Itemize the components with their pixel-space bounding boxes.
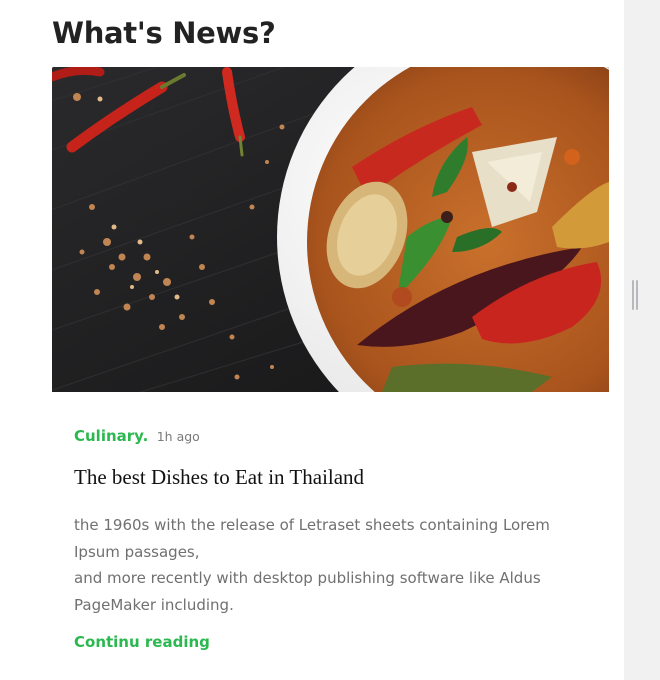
timestamp: 1h ago	[156, 429, 200, 444]
news-card: Culinary. 1h ago The best Dishes to Eat …	[52, 67, 609, 652]
article-meta: Culinary. 1h ago	[74, 425, 587, 447]
news-section: What's News? Culinary. 1h ago The best D…	[0, 0, 624, 680]
category-link[interactable]: Culinary.	[74, 427, 148, 445]
scrollbar-grip-icon[interactable]	[632, 280, 638, 310]
excerpt-line: and more recently with desktop publishin…	[74, 569, 541, 614]
page: What's News? Culinary. 1h ago The best D…	[0, 0, 660, 680]
food-photo-illustration	[52, 67, 609, 392]
card-body: Culinary. 1h ago The best Dishes to Eat …	[52, 425, 609, 652]
scrollbar-track[interactable]	[624, 0, 660, 680]
article-excerpt: the 1960s with the release of Letraset s…	[74, 512, 587, 618]
excerpt-line: the 1960s with the release of Letraset s…	[74, 516, 550, 561]
section-title: What's News?	[52, 16, 276, 50]
article-title[interactable]: The best Dishes to Eat in Thailand	[74, 462, 587, 492]
continue-reading-link[interactable]: Continu reading	[74, 633, 210, 651]
article-image[interactable]	[52, 67, 609, 392]
